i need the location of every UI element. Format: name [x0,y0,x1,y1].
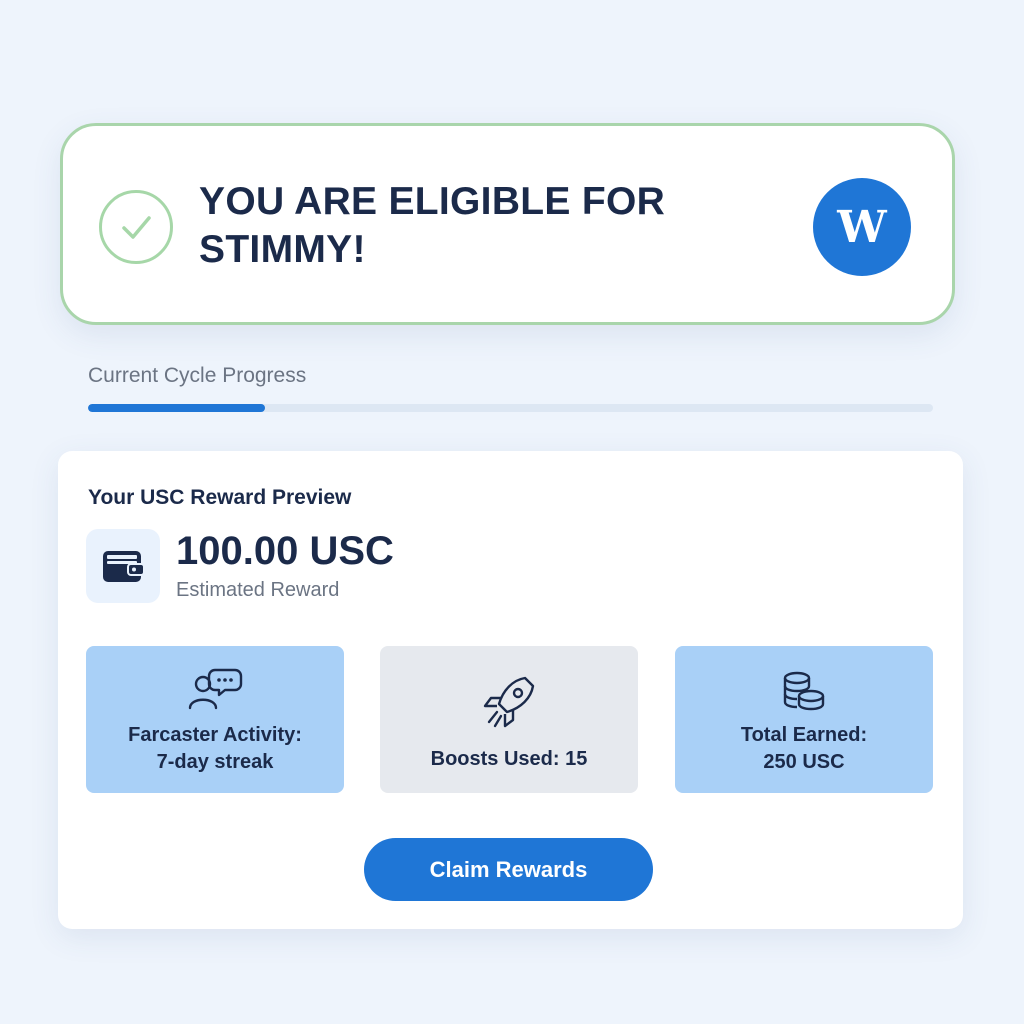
wallet-icon [86,529,160,603]
coins-icon [783,671,825,711]
stat-label-line1: Total Earned: [740,724,868,746]
progress-label: Current Cycle Progress [88,364,307,387]
reward-card-title: Your USC Reward Preview [88,486,352,509]
brand-logo-letter: W [837,201,887,253]
claim-rewards-button[interactable]: Claim Rewards [364,838,653,901]
chat-users-icon [188,668,243,710]
stat-farcaster-activity: Farcaster Activity: 7-day streak [86,646,344,793]
eligibility-banner: YOU ARE ELIGIBLE FOR STIMMY! W [60,123,955,325]
reward-amount-caption: Estimated Reward [176,579,340,601]
cycle-progress-bar [88,404,933,412]
reward-amount: 100.00 USC [176,529,394,573]
cycle-progress-fill [88,404,266,412]
brand-logo-icon: W [813,178,911,276]
stat-label-line1: Boosts Used: 15 [430,748,588,770]
check-circle-icon [99,190,173,264]
stat-label-line2: 7-day streak [156,751,274,773]
reward-preview-card: Your USC Reward Preview 100.00 USC Estim… [58,451,963,929]
rocket-icon [483,676,535,728]
stat-total-earned: Total Earned: 250 USC [675,646,933,793]
stat-boosts-used: Boosts Used: 15 [380,646,638,793]
stat-label-line1: Farcaster Activity: [128,724,302,746]
stat-label-line2: 250 USC [763,751,845,773]
eligibility-title: YOU ARE ELIGIBLE FOR STIMMY! [199,180,666,271]
